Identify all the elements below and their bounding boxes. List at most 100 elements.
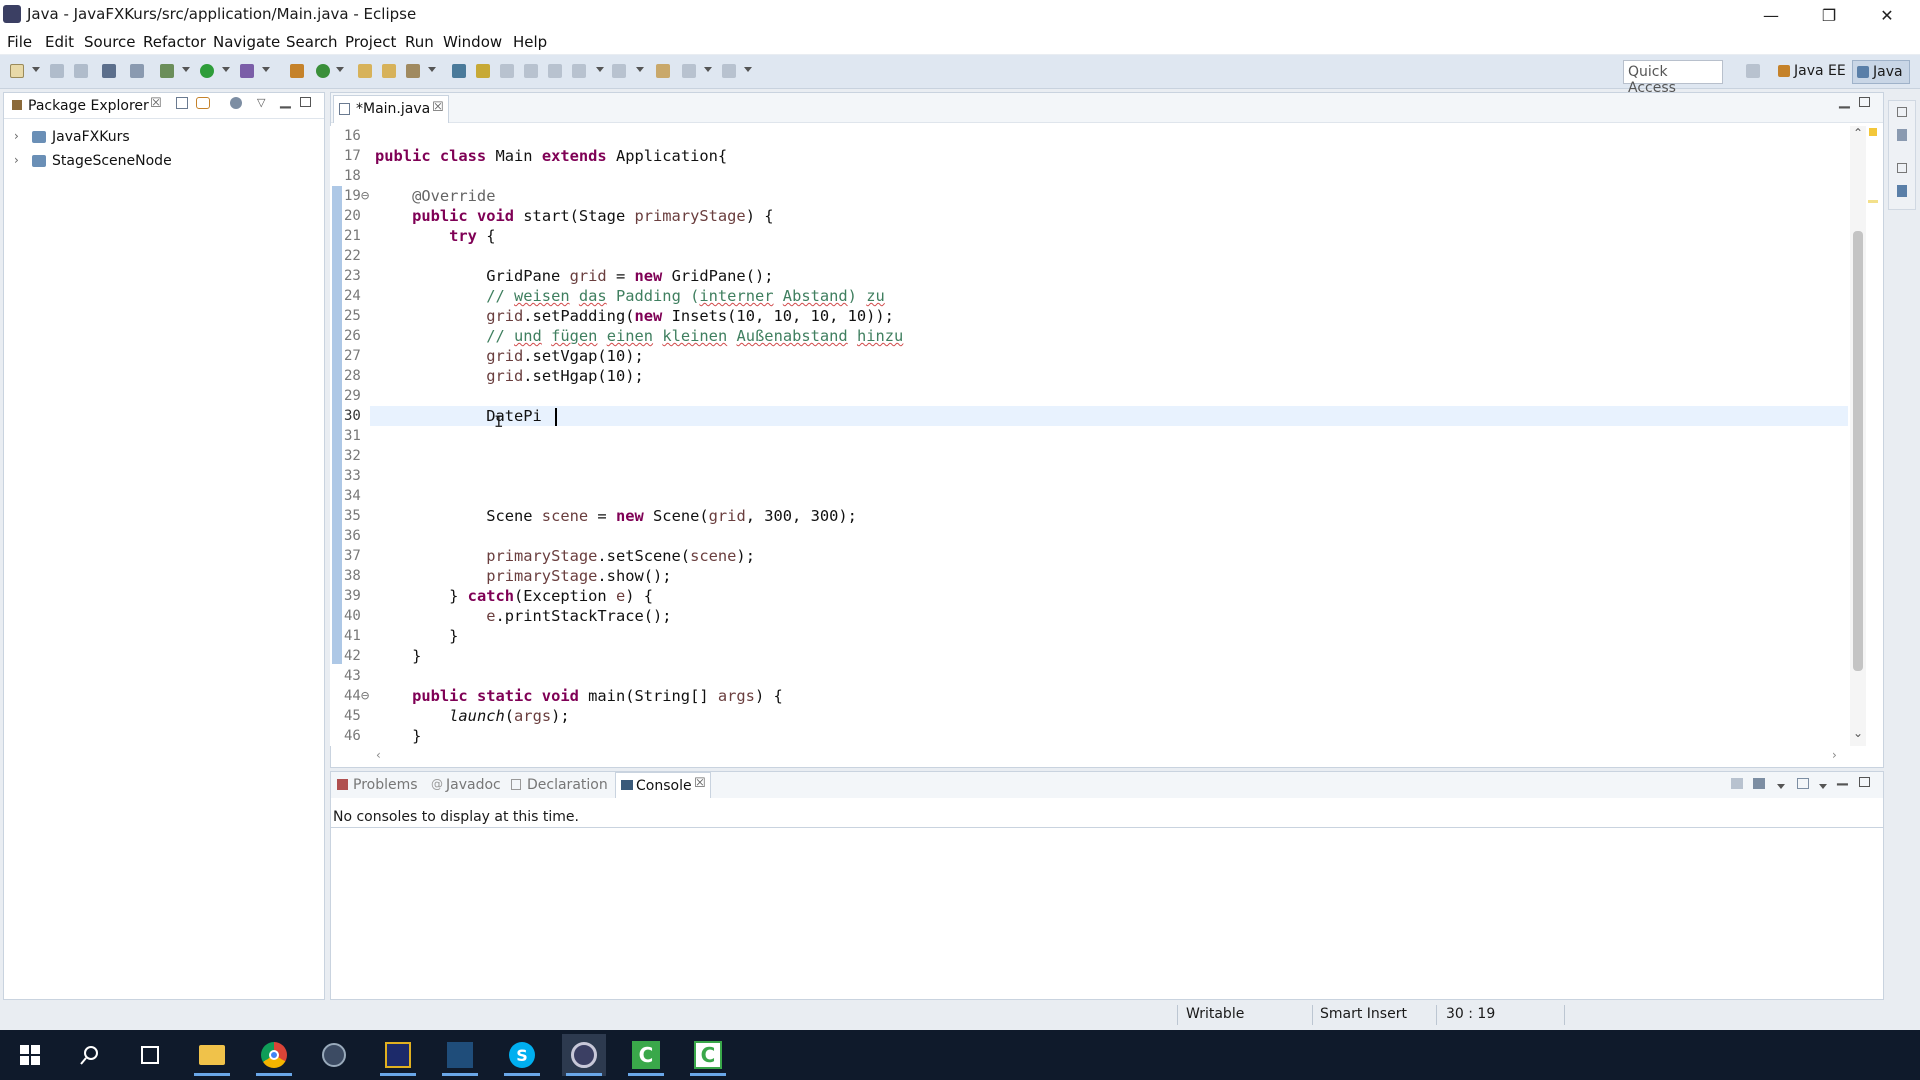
reader-app-icon[interactable] <box>376 1034 420 1076</box>
open-perspective-icon[interactable] <box>1746 64 1760 78</box>
expand-icon[interactable]: › <box>14 153 19 167</box>
search-taskbar-icon[interactable] <box>68 1034 112 1076</box>
display-console-icon[interactable] <box>1753 778 1765 789</box>
display-console-dropdown-icon[interactable] <box>1777 784 1785 789</box>
menu-refactor[interactable]: Refactor <box>143 33 206 51</box>
outline-icon[interactable] <box>1897 129 1907 141</box>
run-dropdown-icon[interactable] <box>222 67 230 72</box>
menu-file[interactable]: File <box>7 33 32 51</box>
tree-item-stagescenenode[interactable]: › StageSceneNode <box>10 153 310 173</box>
focus-icon[interactable] <box>230 97 242 109</box>
toggle-block-selection-icon[interactable] <box>500 64 514 78</box>
minimize-view-icon[interactable]: ▁ <box>280 93 291 109</box>
expand-icon[interactable]: › <box>14 129 19 143</box>
debug-icon[interactable] <box>160 64 174 78</box>
tab-declaration[interactable]: Declaration <box>527 777 608 793</box>
scroll-down-icon[interactable]: ⌄ <box>1853 726 1863 740</box>
close-view-icon[interactable]: ☒ <box>150 96 162 111</box>
next-edit-icon[interactable] <box>572 64 586 78</box>
windows-start-icon[interactable] <box>8 1034 52 1076</box>
save-icon[interactable] <box>50 64 64 78</box>
chrome-icon[interactable] <box>252 1034 296 1076</box>
skype-icon[interactable]: S <box>500 1034 544 1076</box>
camtasia-icon[interactable]: C <box>624 1034 668 1076</box>
tab-problems[interactable]: Problems <box>353 777 418 793</box>
tab-console[interactable]: Console ☒ <box>615 772 711 798</box>
scroll-right-icon[interactable]: › <box>1832 748 1837 762</box>
pin-console-icon[interactable] <box>1731 778 1743 789</box>
camtasia-recorder-icon[interactable]: C <box>686 1034 730 1076</box>
search-dropdown-icon[interactable] <box>428 67 436 72</box>
back-icon[interactable] <box>682 64 696 78</box>
minimize-button[interactable]: — <box>1748 0 1794 30</box>
minimize-console-icon[interactable]: ▁ <box>1837 770 1848 786</box>
maximize-view-icon[interactable] <box>300 97 311 107</box>
perspective-java[interactable]: Java <box>1852 60 1910 84</box>
close-console-icon[interactable]: ☒ <box>694 776 706 791</box>
print-icon[interactable] <box>102 64 116 78</box>
external-tools-icon[interactable] <box>240 64 254 78</box>
menu-run[interactable]: Run <box>405 33 434 51</box>
show-whitespace-icon[interactable] <box>524 64 538 78</box>
last-edit-location-icon[interactable] <box>656 64 670 78</box>
minimize-editor-icon[interactable]: ▁ <box>1839 93 1850 109</box>
forward-icon[interactable] <box>722 64 736 78</box>
save-all-icon[interactable] <box>74 64 88 78</box>
prev-edit-icon[interactable] <box>612 64 626 78</box>
editor-tab-main-java[interactable]: *Main.java ☒ <box>333 95 449 123</box>
link-with-editor-icon[interactable] <box>196 97 210 109</box>
skip-breakpoints-icon[interactable] <box>130 64 144 78</box>
new-class-dropdown-icon[interactable] <box>336 67 344 72</box>
collapse-all-icon[interactable] <box>176 97 188 109</box>
menu-project[interactable]: Project <box>345 33 396 51</box>
new-java-project-icon[interactable] <box>290 64 304 78</box>
open-type-icon[interactable] <box>358 64 372 78</box>
open-task-icon[interactable] <box>382 64 396 78</box>
task-view-icon[interactable] <box>128 1034 172 1076</box>
menu-source[interactable]: Source <box>84 33 136 51</box>
open-console-icon[interactable] <box>1797 778 1809 789</box>
forward-dropdown-icon[interactable] <box>744 67 752 72</box>
tree-item-javafxkurs[interactable]: › JavaFXKurs <box>10 129 310 149</box>
debug-dropdown-icon[interactable] <box>182 67 190 72</box>
maximize-editor-icon[interactable] <box>1859 97 1870 107</box>
restore-icon[interactable] <box>1897 107 1907 117</box>
new-class-icon[interactable] <box>316 64 330 78</box>
horizontal-scrollbar[interactable]: ‹ › <box>346 748 1846 766</box>
scroll-left-icon[interactable]: ‹ <box>376 748 381 762</box>
menu-search[interactable]: Search <box>286 33 338 51</box>
scrollbar-thumb[interactable] <box>1853 231 1863 671</box>
view-menu-icon[interactable]: ▽ <box>257 96 265 109</box>
back-dropdown-icon[interactable] <box>704 67 712 72</box>
quick-access-field[interactable]: Quick Access <box>1623 60 1723 96</box>
vertical-scrollbar[interactable]: ⌃ ⌄ <box>1850 126 1866 746</box>
new-icon[interactable] <box>10 64 24 78</box>
toggle-breadcrumb-icon[interactable] <box>548 64 562 78</box>
new-dropdown-icon[interactable] <box>32 67 40 72</box>
prev-edit-dropdown-icon[interactable] <box>636 67 644 72</box>
scroll-up-icon[interactable]: ⌃ <box>1853 126 1863 140</box>
close-tab-icon[interactable]: ☒ <box>432 100 444 115</box>
open-console-dropdown-icon[interactable] <box>1819 784 1827 789</box>
tab-javadoc[interactable]: Javadoc <box>446 777 501 793</box>
maximize-console-icon[interactable] <box>1859 777 1870 787</box>
eclipse-taskbar-icon[interactable] <box>562 1034 606 1076</box>
restore-icon-2[interactable] <box>1897 163 1907 173</box>
warning-marker[interactable] <box>1869 128 1877 136</box>
package-explorer-tab[interactable]: Package Explorer <box>28 98 149 114</box>
close-button[interactable]: ✕ <box>1864 0 1910 30</box>
external-tools-dropdown-icon[interactable] <box>262 67 270 72</box>
menu-window[interactable]: Window <box>443 33 502 51</box>
task-list-icon[interactable] <box>1897 185 1907 197</box>
next-edit-dropdown-icon[interactable] <box>596 67 604 72</box>
menu-edit[interactable]: Edit <box>45 33 74 51</box>
toggle-mark-occurrences-icon[interactable] <box>476 64 490 78</box>
menu-help[interactable]: Help <box>513 33 547 51</box>
next-annotation-icon[interactable] <box>452 64 466 78</box>
occurrence-marker[interactable] <box>1868 200 1878 203</box>
perspective-java-ee[interactable]: Java EE <box>1774 60 1850 84</box>
file-explorer-icon[interactable] <box>190 1034 234 1076</box>
run-icon[interactable] <box>200 64 214 78</box>
audio-app-icon[interactable] <box>312 1034 356 1076</box>
maximize-button[interactable]: ❐ <box>1806 0 1852 30</box>
